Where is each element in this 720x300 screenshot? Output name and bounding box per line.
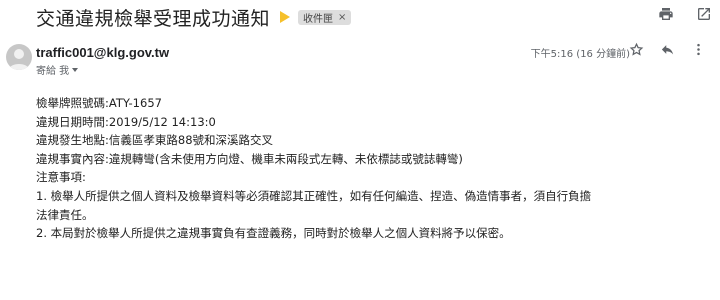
sender-address: traffic001@klg.gov.tw: [36, 45, 170, 60]
body-content: 違規事實內容:違規轉彎(含未使用方向燈、機車未兩段式左轉、未依標誌或號誌轉彎): [36, 151, 463, 166]
message-actions: [629, 42, 706, 57]
recipient-text: 寄給 我: [36, 66, 70, 77]
body-note-2: 2. 本局對於檢舉人所提供之違規事實負有查證義務，同時對於檢舉人之個人資料將予以…: [36, 226, 511, 241]
email-datetime: 下午5:16 (16 分鐘前): [530, 49, 630, 60]
avatar-icon: [6, 44, 32, 70]
subject-row: 交通違規檢舉受理成功通知 收件匣 ×: [36, 2, 352, 32]
chevron-down-icon[interactable]: [72, 68, 79, 72]
inbox-label-text: 收件匣: [303, 13, 334, 25]
body-note-1: 1. 檢舉人所提供之個人資料及檢舉資料等必須確認其正確性，如有任何編造、捏造、偽…: [36, 188, 592, 222]
body-location: 違規發生地點:信義區孝東路88號和深溪路交叉: [36, 133, 274, 148]
top-actions: [658, 6, 712, 22]
open-in-new-window-icon[interactable]: [696, 6, 712, 22]
remove-label-button[interactable]: ×: [338, 12, 346, 23]
star-icon[interactable]: [629, 42, 644, 57]
email-body: 檢舉牌照號碼:ATY-1657 違規日期時間:2019/5/12 14:13:0…: [36, 94, 596, 243]
body-notes-title: 注意事項:: [36, 170, 86, 185]
importance-marker-icon[interactable]: [280, 11, 291, 23]
inbox-label-chip[interactable]: 收件匣 ×: [298, 9, 352, 25]
more-vertical-icon[interactable]: [691, 42, 706, 57]
reply-icon[interactable]: [660, 42, 675, 57]
print-icon[interactable]: [658, 6, 674, 22]
body-datetime: 違規日期時間:2019/5/12 14:13:0: [36, 114, 216, 129]
email-subject: 交通違規檢舉受理成功通知: [36, 7, 271, 30]
body-plate: 檢舉牌照號碼:ATY-1657: [36, 96, 162, 110]
recipient-line[interactable]: 寄給 我: [36, 62, 79, 77]
